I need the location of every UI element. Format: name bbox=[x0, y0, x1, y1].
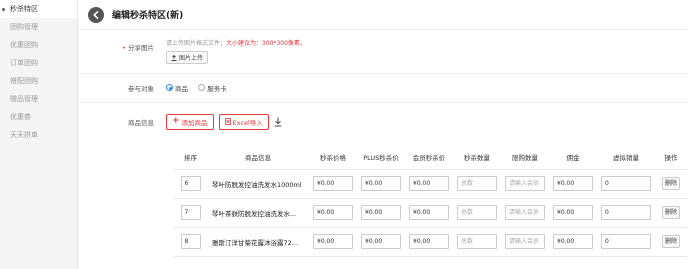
commission-input[interactable]: ¥0.00 bbox=[553, 205, 593, 220]
product-name: 琴叶防脱发控油洗发水1000ml bbox=[207, 169, 309, 199]
table-row: 6 琴叶防脱发控油洗发水1000ml ¥0.00 ¥0.00 ¥0.00 总数 … bbox=[174, 169, 687, 199]
share-image-label: 分享图片 bbox=[128, 44, 154, 52]
sidebar-item-seckill[interactable]: 秒杀特区 bbox=[0, 0, 77, 18]
virtual-sales-input[interactable]: 0 bbox=[601, 234, 651, 249]
add-product-button[interactable]: + 添加商品 bbox=[166, 113, 214, 130]
target-radio-service-card-label: 服务卡 bbox=[207, 84, 227, 93]
product-name: 琴叶茶麸防脱发控油洗发水... bbox=[207, 198, 309, 228]
main-panel: 编辑秒杀特区(新) • 分享图片 请上传图片格式文件；大小建议为：300*300像… bbox=[78, 0, 688, 269]
col-header-action: 操作 bbox=[655, 145, 687, 170]
quantity-input[interactable]: 总数 bbox=[457, 205, 497, 220]
upload-image-label: 图片上传 bbox=[179, 55, 204, 62]
page-header: 编辑秒杀特区(新) bbox=[78, 0, 688, 30]
product-name: 雅斯汀洋甘菊花露沐浴露72... bbox=[207, 227, 309, 257]
table-header-row: 排序 商品信息 秒杀价格 PLUS秒杀价 会员秒杀价 秒杀数量 限购数量 佣金 … bbox=[174, 145, 687, 170]
sidebar-item-order-group[interactable]: 订单团购 bbox=[0, 54, 77, 72]
delete-button[interactable]: 删除 bbox=[661, 235, 680, 248]
share-image-label-wrap: • 分享图片 bbox=[78, 30, 166, 73]
back-arrow-icon[interactable] bbox=[88, 6, 104, 23]
sidebar-item-bundle-group[interactable]: 搭配团购 bbox=[0, 72, 77, 90]
seckill-price-input[interactable]: ¥0.00 bbox=[313, 234, 353, 249]
member-price-input[interactable]: ¥0.00 bbox=[409, 205, 449, 220]
product-info-row: 商品信息 + 添加商品 Excel导入 bbox=[78, 103, 688, 140]
col-header-commission: 佣金 bbox=[549, 145, 597, 170]
col-header-price: 秒杀价格 bbox=[309, 145, 357, 170]
limit-input[interactable]: 请输入会员 bbox=[505, 205, 545, 220]
plus-price-input[interactable]: ¥0.00 bbox=[361, 205, 401, 220]
table-row: 8 雅斯汀洋甘菊花露沐浴露72... ¥0.00 ¥0.00 ¥0.00 总数 … bbox=[174, 227, 687, 257]
upload-icon bbox=[171, 54, 177, 61]
sidebar-item-gift-manage[interactable]: 赠品管理 bbox=[0, 90, 77, 108]
target-radio-product[interactable]: 商品 bbox=[166, 83, 188, 93]
delete-button[interactable]: 删除 bbox=[661, 206, 680, 219]
upload-image-button[interactable]: 图片上传 bbox=[166, 51, 209, 64]
download-icon[interactable] bbox=[274, 117, 282, 127]
table-row: 7 琴叶茶麸防脱发控油洗发水... ¥0.00 ¥0.00 ¥0.00 总数 请… bbox=[174, 198, 687, 228]
limit-input[interactable]: 请输入会员 bbox=[505, 234, 545, 249]
col-header-plus-price: PLUS秒杀价 bbox=[357, 145, 405, 170]
seckill-price-input[interactable]: ¥0.00 bbox=[313, 205, 353, 220]
sidebar-item-daily-pindan[interactable]: 天天拼单 bbox=[0, 126, 77, 144]
upload-hint: 请上传图片格式文件；大小建议为：300*300像素。 bbox=[166, 38, 688, 47]
products-table-wrap: 排序 商品信息 秒杀价格 PLUS秒杀价 会员秒杀价 秒杀数量 限购数量 佣金 … bbox=[174, 145, 687, 257]
quantity-input[interactable]: 总数 bbox=[457, 234, 497, 249]
commission-input[interactable]: ¥0.00 bbox=[553, 176, 593, 191]
upload-hint-text: 请上传图片格式文件； bbox=[166, 40, 227, 47]
radio-unchecked-icon bbox=[198, 84, 206, 92]
product-info-label: 商品信息 bbox=[128, 118, 154, 127]
virtual-sales-input[interactable]: 0 bbox=[601, 205, 651, 220]
required-mark: • bbox=[122, 44, 126, 52]
upload-size-hint: 大小建议为：300*300像素。 bbox=[226, 40, 306, 47]
sidebar-item-coupon[interactable]: 优惠券 bbox=[0, 108, 77, 126]
sidebar-item-groupbuy-manage[interactable]: 团购管理 bbox=[0, 18, 77, 36]
col-header-virtual-sales: 虚拟销量 bbox=[597, 145, 655, 170]
limit-input[interactable]: 请输入会员 bbox=[505, 176, 545, 191]
sort-input[interactable]: 6 bbox=[180, 176, 201, 191]
sidebar-item-discount-group[interactable]: 优惠团购 bbox=[0, 36, 77, 54]
plus-icon: + bbox=[172, 116, 180, 126]
col-header-limit: 限购数量 bbox=[501, 145, 549, 170]
products-table: 排序 商品信息 秒杀价格 PLUS秒杀价 会员秒杀价 秒杀数量 限购数量 佣金 … bbox=[174, 145, 687, 257]
member-price-input[interactable]: ¥0.00 bbox=[409, 234, 449, 249]
share-image-content: 请上传图片格式文件；大小建议为：300*300像素。 图片上传 bbox=[166, 30, 688, 73]
product-actions: + 添加商品 Excel导入 bbox=[166, 113, 688, 130]
target-radio-product-label: 商品 bbox=[175, 84, 188, 93]
excel-file-icon bbox=[224, 118, 231, 125]
seckill-price-input[interactable]: ¥0.00 bbox=[313, 176, 353, 191]
target-options: 商品 服务卡 bbox=[166, 83, 688, 94]
share-image-row: • 分享图片 请上传图片格式文件；大小建议为：300*300像素。 图片上传 bbox=[78, 30, 688, 74]
excel-import-label: Excel导入 bbox=[232, 118, 263, 127]
page-title: 编辑秒杀特区(新) bbox=[112, 11, 184, 21]
col-header-quantity: 秒杀数量 bbox=[453, 145, 501, 170]
excel-import-button[interactable]: Excel导入 bbox=[218, 113, 269, 130]
virtual-sales-input[interactable]: 0 bbox=[601, 176, 651, 191]
radio-checked-icon bbox=[166, 84, 173, 92]
member-price-input[interactable]: ¥0.00 bbox=[409, 176, 449, 191]
target-radio-service-card[interactable]: 服务卡 bbox=[198, 83, 227, 93]
quantity-input[interactable]: 总数 bbox=[457, 176, 497, 191]
sort-input[interactable]: 7 bbox=[180, 205, 201, 220]
target-label: 参与对象 bbox=[128, 85, 154, 93]
commission-input[interactable]: ¥0.00 bbox=[553, 234, 593, 249]
col-header-member-price: 会员秒杀价 bbox=[405, 145, 453, 170]
sidebar: 秒杀特区 团购管理 优惠团购 订单团购 搭配团购 赠品管理 优惠券 天天拼单 bbox=[0, 0, 78, 269]
plus-price-input[interactable]: ¥0.00 bbox=[361, 176, 401, 191]
delete-button[interactable]: 删除 bbox=[661, 177, 680, 190]
col-header-product: 商品信息 bbox=[207, 145, 309, 170]
sort-input[interactable]: 8 bbox=[180, 234, 201, 249]
add-product-label: 添加商品 bbox=[181, 118, 208, 127]
plus-price-input[interactable]: ¥0.00 bbox=[361, 234, 401, 249]
col-header-sort: 排序 bbox=[174, 145, 207, 170]
target-row: 参与对象 商品 服务卡 bbox=[78, 74, 688, 103]
